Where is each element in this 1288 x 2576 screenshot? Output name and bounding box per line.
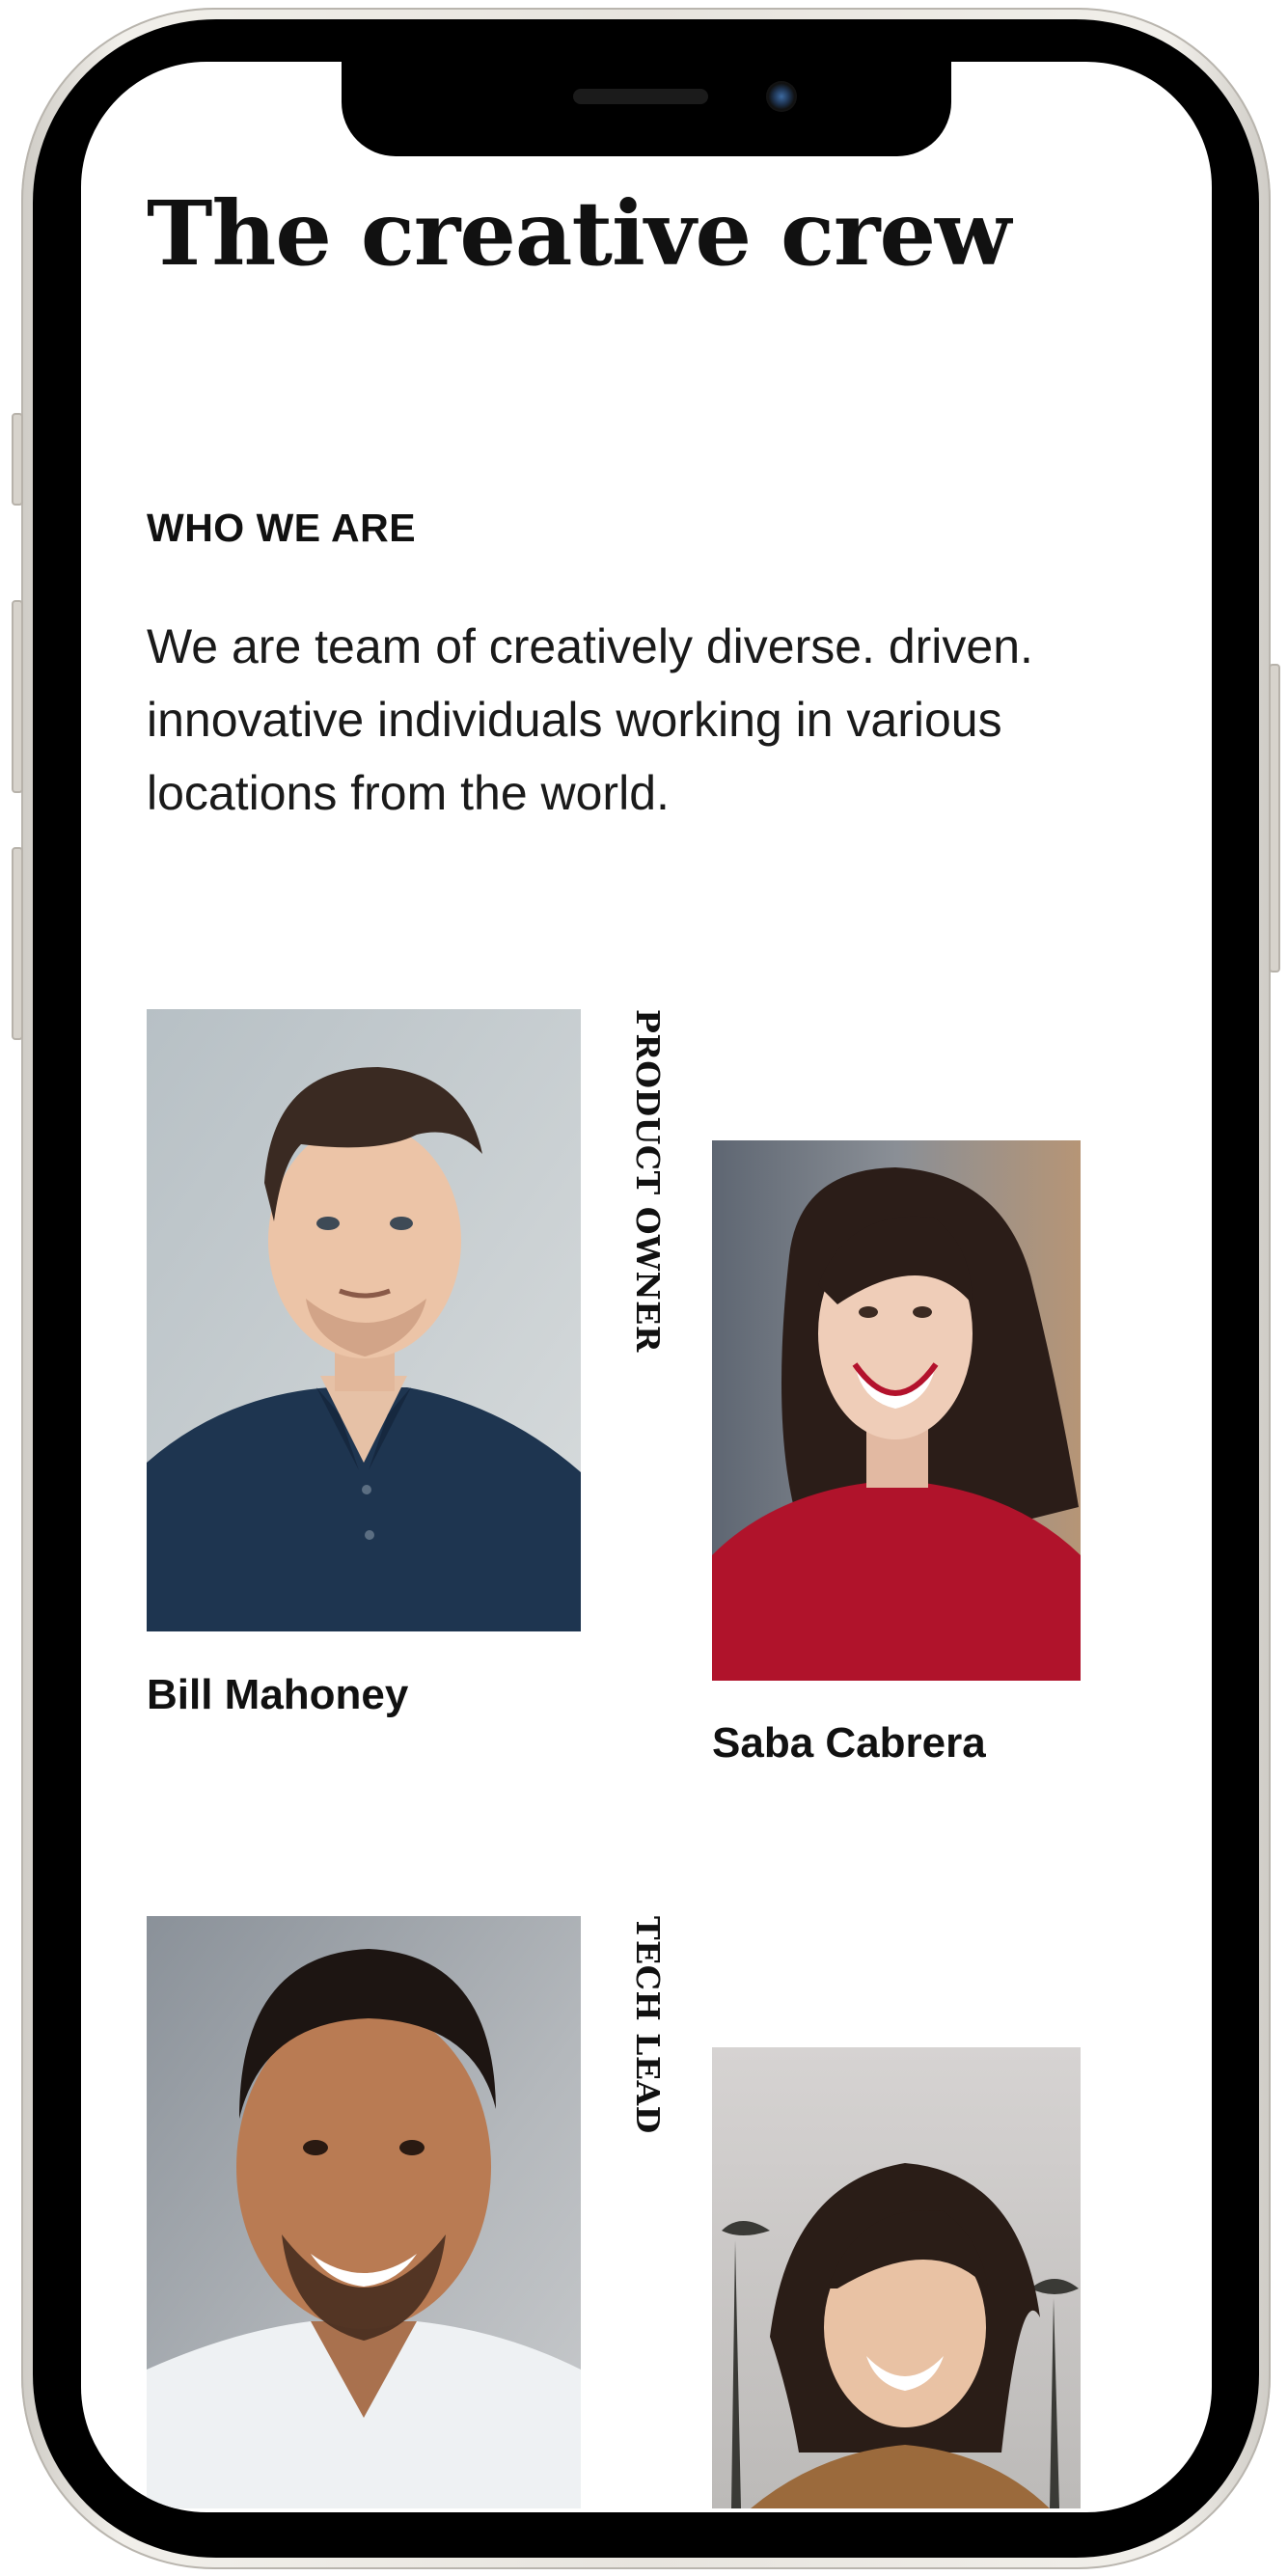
volume-up-button [12,600,23,793]
team-member-card: PRODUCT OWNER Bill Mahoney [147,1009,706,1800]
member-role: UX DESIGNER [1210,2047,1212,2314]
member-photo [712,2047,1081,2508]
member-name: Saba Cabrera [712,1719,986,1767]
mute-switch [12,413,23,506]
team-member-card: TECH LEAD [147,1916,706,2512]
section-label: WHO WE ARE [147,506,417,550]
intro-text: We are team of creatively diverse. drive… [147,619,1033,820]
speaker-grille [573,89,708,104]
member-photo [147,1009,581,1631]
front-camera-icon [766,81,797,112]
member-role: ART DIRECTOR [1210,1140,1212,1429]
member-role: PRODUCT OWNER [629,1009,667,1353]
member-photo [147,1916,581,2508]
team-member-card: UX DESIGNER [712,2047,1212,2512]
power-button [1269,664,1280,973]
phone-screen: The creative crew WHO WE ARE We are team… [81,62,1212,2512]
member-role: TECH LEAD [629,1916,667,2134]
notch [342,62,951,156]
page-title: The creative crew [147,181,1011,286]
team-member-card: ART DIRECTOR Saba Cabrera [712,1140,1212,1874]
member-photo [712,1140,1081,1681]
member-name: Bill Mahoney [147,1671,409,1718]
volume-down-button [12,847,23,1040]
